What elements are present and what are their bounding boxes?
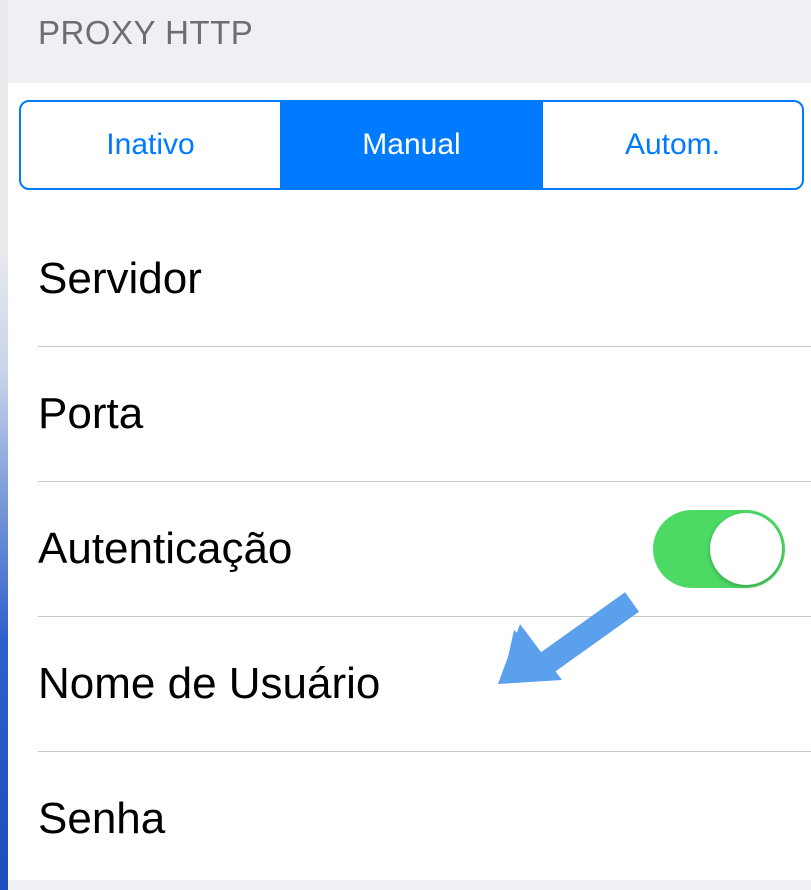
arrow-pointer-icon (498, 592, 639, 684)
